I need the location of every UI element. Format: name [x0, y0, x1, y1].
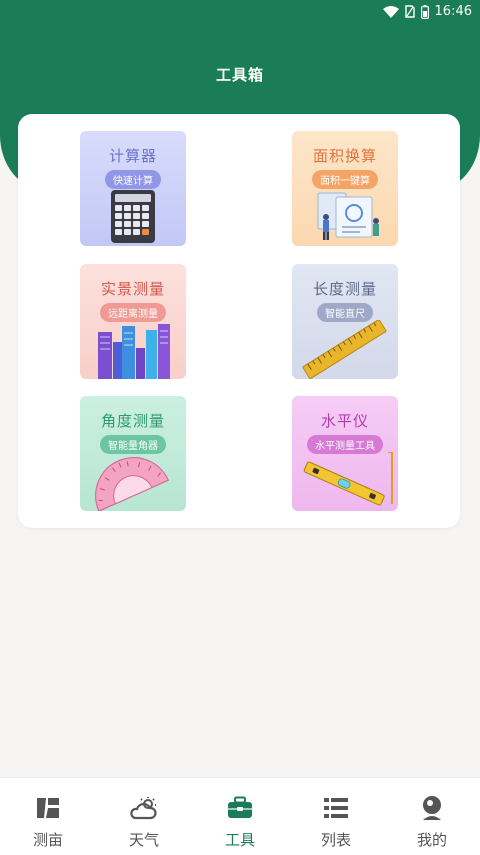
bottom-nav: 测亩 天气 工具 列表 我的	[0, 777, 480, 855]
spirit-level-icon	[303, 452, 393, 506]
nav-label: 测亩	[32, 831, 63, 849]
protractor-icon	[95, 457, 170, 511]
toolbox-icon	[226, 794, 254, 822]
nav-label: 我的	[416, 831, 447, 849]
nav-label: 列表	[320, 831, 351, 849]
tool-area-conversion[interactable]: 面积换算 面积一键算	[292, 131, 398, 246]
tool-title: 计算器	[108, 147, 157, 165]
wifi-icon	[382, 5, 399, 18]
tool-angle-measure[interactable]: 角度测量 智能量角器	[80, 396, 186, 511]
sim-card-icon	[404, 5, 415, 18]
list-icon	[322, 794, 350, 822]
tool-calculator[interactable]: 计算器 快速计算	[80, 131, 186, 246]
buildings-icon	[98, 324, 170, 379]
map-icon	[34, 794, 62, 822]
tool-spirit-level[interactable]: 水平仪 水平测量工具	[292, 396, 398, 511]
nav-item-measure-mu[interactable]: 测亩	[0, 778, 96, 855]
weather-icon	[130, 794, 158, 822]
tool-title: 水平仪	[320, 412, 369, 430]
nav-item-profile[interactable]: 我的	[384, 778, 480, 855]
page-title: 工具箱	[215, 66, 264, 84]
profile-icon	[418, 794, 446, 822]
nav-item-tools[interactable]: 工具	[192, 778, 288, 855]
nav-label: 工具	[224, 831, 255, 849]
tool-title: 面积换算	[312, 147, 377, 165]
status-time: 16:46	[434, 4, 472, 19]
tool-title: 实景测量	[100, 280, 165, 298]
status-bar: 16:46	[0, 0, 480, 24]
nav-item-list[interactable]: 列表	[288, 778, 384, 855]
nav-item-weather[interactable]: 天气	[96, 778, 192, 855]
area-conversion-icon	[317, 192, 379, 240]
tool-length-measure[interactable]: 长度测量 智能直尺	[292, 264, 398, 379]
tool-title: 角度测量	[100, 412, 165, 430]
calculator-icon	[111, 190, 155, 243]
tool-scene-measure[interactable]: 实景测量 远距离测量	[80, 264, 186, 379]
nav-label: 天气	[128, 831, 159, 849]
battery-icon	[420, 4, 429, 19]
ruler-icon	[302, 320, 387, 379]
tool-title: 长度测量	[312, 280, 377, 298]
